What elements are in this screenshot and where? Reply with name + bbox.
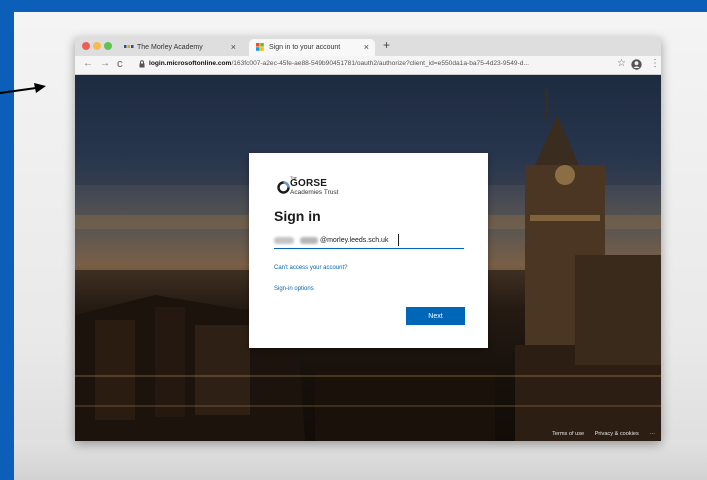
url-path: /163fc007-a2ec-45fe-ae88-549b90451781/oa… [231, 60, 529, 67]
email-domain-text: @morley.leeds.sch.uk [320, 237, 389, 244]
close-window-button[interactable] [82, 42, 90, 50]
sign-in-options-link[interactable]: Sign-in options [274, 286, 314, 292]
reload-button[interactable]: C [117, 60, 123, 69]
panel-bottom-strip [14, 440, 707, 480]
close-tab-icon[interactable]: × [231, 39, 236, 56]
tab-sign-in[interactable]: Sign in to your account × [249, 39, 375, 56]
morley-favicon-icon [124, 45, 134, 48]
url-host: login.microsoftonline.com [149, 60, 232, 67]
menu-icon[interactable]: ⋮ [650, 58, 660, 69]
arrow-right-icon [0, 83, 46, 94]
next-button[interactable]: Next [406, 307, 465, 325]
cant-access-account-link[interactable]: Can't access your account? [274, 265, 348, 271]
close-tab-icon[interactable]: × [364, 39, 369, 56]
logo-subtitle: Academies Trust [290, 189, 339, 196]
more-options-button[interactable]: ··· [649, 431, 655, 437]
gorse-logo-icon [277, 181, 290, 194]
maximize-window-button[interactable] [104, 42, 112, 50]
minimize-window-button[interactable] [93, 42, 101, 50]
url-input[interactable]: login.microsoftonline.com/163fc007-a2ec-… [149, 60, 615, 67]
logo-name: GORSE [290, 178, 328, 189]
star-icon[interactable]: ☆ [617, 58, 626, 69]
footer-links: Terms of use Privacy & cookies ··· [543, 431, 655, 437]
tab-label: The Morley Academy [137, 44, 203, 51]
terms-of-use-link[interactable]: Terms of use [552, 431, 584, 437]
redacted-text [274, 237, 294, 244]
tab-strip: The Morley Academy × Sign in to your acc… [75, 37, 661, 56]
tab-label: Sign in to your account [269, 44, 341, 51]
profile-icon[interactable] [631, 59, 642, 70]
text-caret [398, 234, 399, 246]
back-button[interactable]: ← [83, 58, 93, 69]
sign-in-card: The GORSE Academies Trust Sign in @morle… [249, 153, 488, 348]
address-bar-toolbar: ← → C login.microsoftonline.com/163fc007… [75, 56, 661, 75]
forward-button[interactable]: → [100, 58, 110, 69]
browser-window: The Morley Academy × Sign in to your acc… [75, 37, 661, 441]
page-title: Sign in [274, 208, 321, 224]
microsoft-icon [256, 43, 264, 51]
privacy-cookies-link[interactable]: Privacy & cookies [595, 431, 639, 437]
new-tab-button[interactable]: + [383, 38, 390, 52]
lock-icon [139, 60, 145, 68]
tab-morley-academy[interactable]: The Morley Academy × [117, 39, 242, 56]
redacted-text [300, 237, 318, 244]
page-viewport: The GORSE Academies Trust Sign in @morle… [75, 75, 661, 441]
